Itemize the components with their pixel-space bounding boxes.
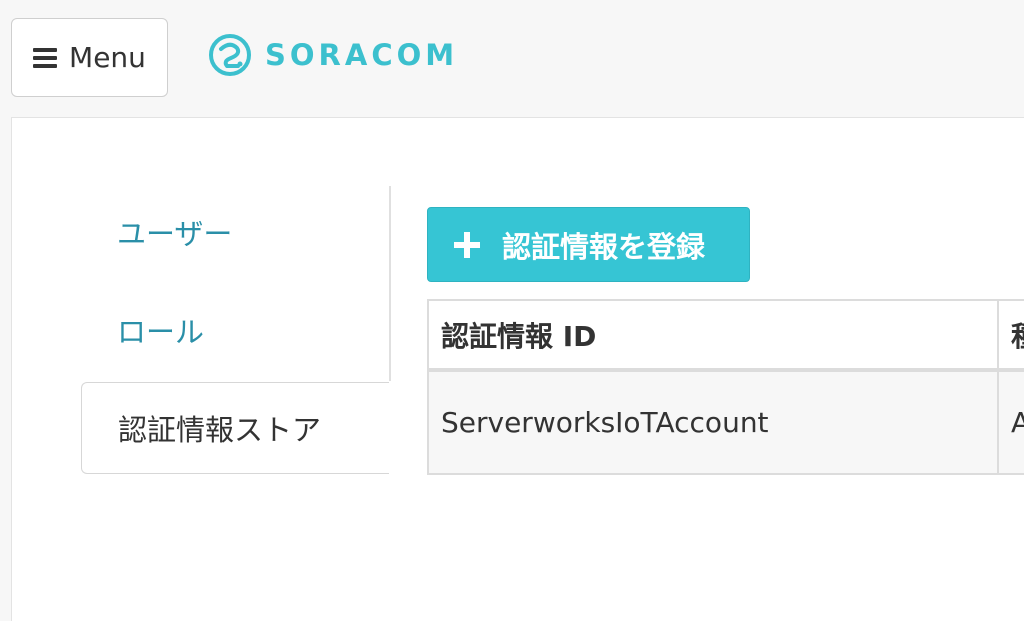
sidebar-item-roles[interactable]: ロール — [81, 284, 389, 376]
soracom-logo[interactable]: SORACOM — [207, 32, 458, 78]
side-nav-divider — [389, 186, 391, 381]
main-panel: ユーザー ロール 認証情報ストア 認証情報を登録 認証情報 ID 種 Serve… — [11, 117, 1024, 621]
cell-credential-id[interactable]: ServerworksIoTAccount — [427, 369, 999, 475]
cell-type: A — [997, 369, 1024, 475]
soracom-logo-icon — [209, 34, 251, 76]
sidebar-item-label: ロール — [117, 315, 205, 349]
table-header-row: 認証情報 ID 種 — [427, 299, 1024, 372]
plus-icon — [454, 231, 480, 258]
table-row[interactable]: ServerworksIoTAccount A — [427, 369, 1024, 475]
menu-button-label: Menu — [69, 41, 146, 74]
sidebar-item-users[interactable]: ユーザー — [81, 186, 389, 278]
top-bar: Menu SORACOM — [0, 0, 1024, 118]
hamburger-icon — [33, 47, 58, 69]
credentials-table: 認証情報 ID 種 ServerworksIoTAccount A — [427, 299, 1024, 475]
register-credentials-label: 認証情報を登録 — [502, 229, 706, 264]
sidebar-item-label: ユーザー — [117, 217, 233, 251]
sidebar-item-label: 認証情報ストア — [118, 413, 322, 447]
menu-button[interactable]: Menu — [11, 18, 168, 97]
logo-text: SORACOM — [265, 38, 459, 72]
register-credentials-button[interactable]: 認証情報を登録 — [427, 207, 750, 282]
column-header-credential-id[interactable]: 認証情報 ID — [427, 299, 999, 372]
sidebar-item-credentials-store[interactable]: 認証情報ストア — [81, 382, 389, 474]
side-nav: ユーザー ロール 認証情報ストア — [81, 186, 391, 481]
column-header-type[interactable]: 種 — [997, 299, 1024, 372]
